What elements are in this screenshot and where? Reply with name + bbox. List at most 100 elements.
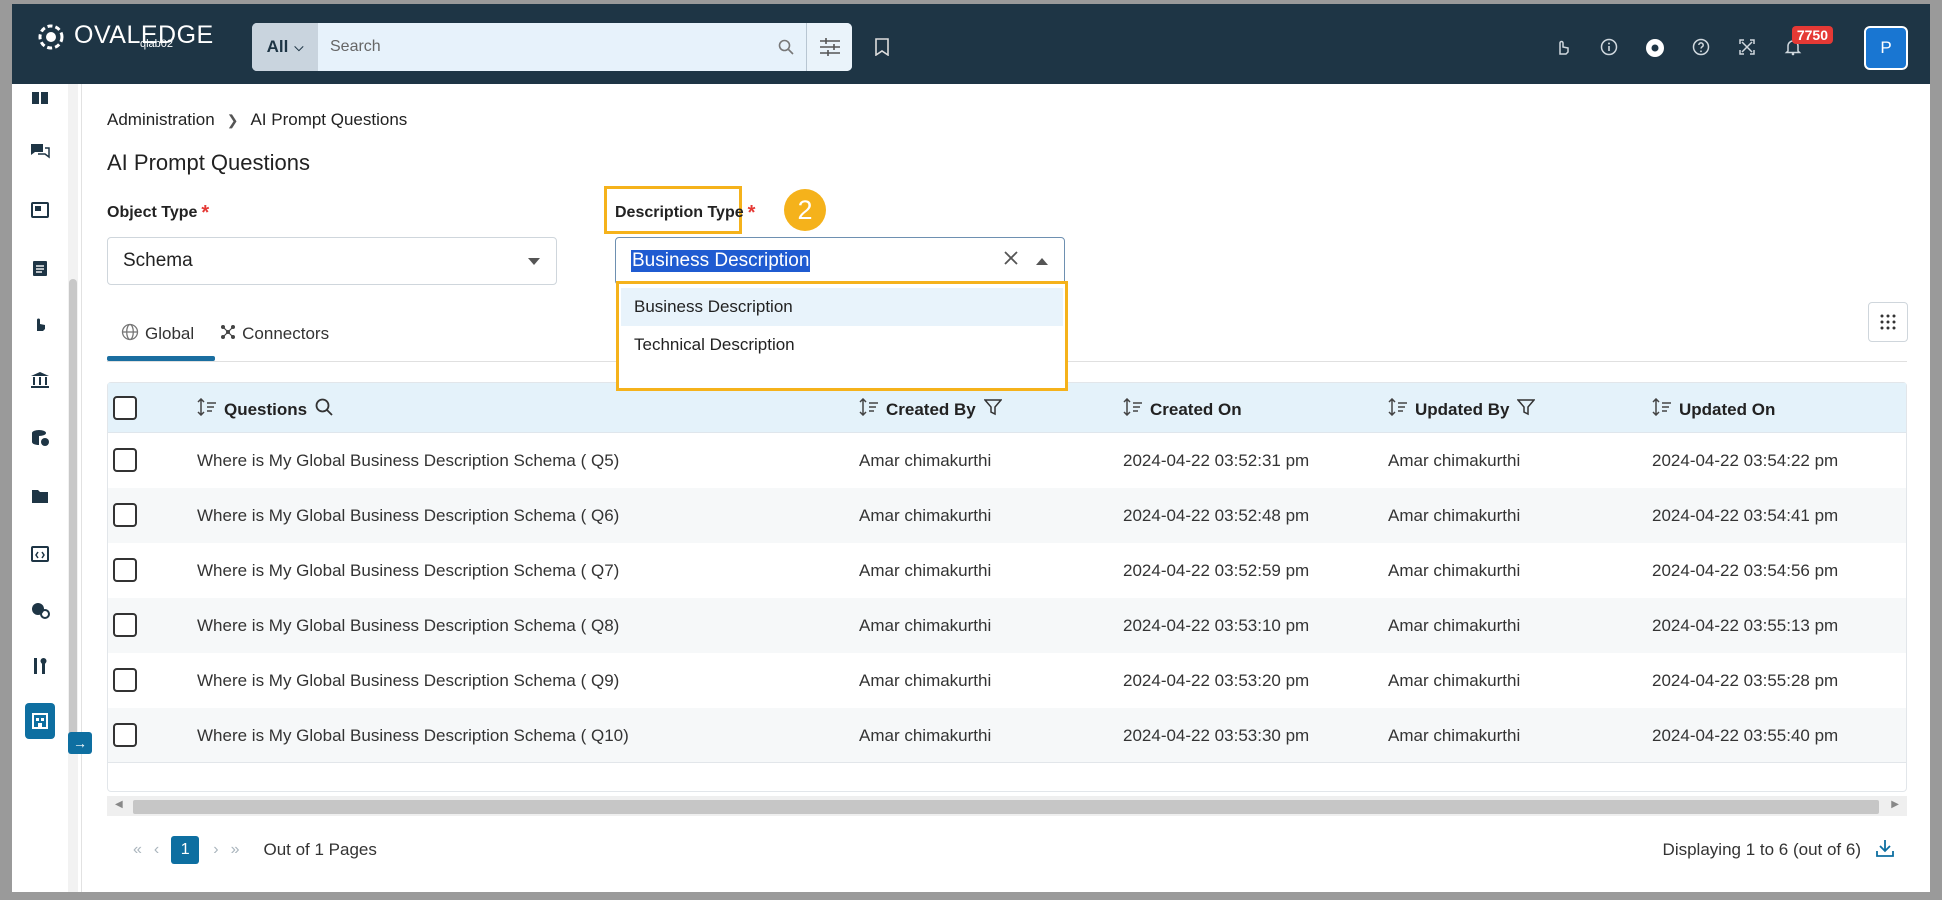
info-icon[interactable] xyxy=(1586,38,1632,58)
user-avatar[interactable]: P xyxy=(1864,26,1908,70)
chrome-icon[interactable] xyxy=(1632,38,1678,58)
folder-icon[interactable] xyxy=(26,482,54,510)
object-type-label: Object Type * xyxy=(107,202,209,225)
sort-icon[interactable] xyxy=(1652,397,1672,421)
column-updated-on[interactable]: Updated On xyxy=(1652,397,1775,421)
expand-sidebar-button[interactable]: → xyxy=(68,732,92,754)
column-questions-label: Questions xyxy=(224,399,308,419)
caret-down-icon xyxy=(528,258,540,265)
search-input[interactable] xyxy=(318,23,766,71)
sidebar-scrollbar-thumb[interactable] xyxy=(69,279,77,739)
filter-icon[interactable] xyxy=(983,398,1003,421)
object-type-label-text: Object Type xyxy=(107,204,198,221)
database-check-icon[interactable] xyxy=(26,424,54,452)
search-scope-dropdown[interactable]: All ⌵ xyxy=(252,23,318,71)
row-checkbox[interactable] xyxy=(113,503,137,527)
tab-connectors[interactable]: Connectors xyxy=(206,314,341,354)
sort-icon[interactable] xyxy=(1388,397,1408,421)
step-number-badge: 2 xyxy=(784,189,826,231)
page-number-button[interactable]: 1 xyxy=(171,836,200,864)
breadcrumb-administration[interactable]: Administration xyxy=(107,110,215,130)
dashboard-icon[interactable] xyxy=(26,196,54,224)
created-on-cell: 2024-04-22 03:53:20 pm xyxy=(1123,671,1310,690)
created-by-cell: Amar chimakurthi xyxy=(859,726,992,745)
hand-tap-icon[interactable] xyxy=(26,310,54,338)
table-row[interactable]: Where is My Global Business Description … xyxy=(108,708,1906,763)
table-horizontal-scrollbar[interactable]: ◀ ▶ xyxy=(107,794,1907,816)
sort-icon[interactable] xyxy=(859,397,879,421)
table-row[interactable]: Where is My Global Business Description … xyxy=(108,598,1906,653)
hand-pointer-icon[interactable] xyxy=(1540,38,1586,58)
updated-by-cell: Amar chimakurthi xyxy=(1388,506,1521,525)
catalog-book-icon[interactable] xyxy=(26,84,54,112)
pagination: « ‹ 1 › » Out of 1 Pages Displaying 1 to… xyxy=(107,822,1907,878)
description-type-select[interactable]: Business Description xyxy=(615,237,1065,285)
table-row[interactable]: Where is My Global Business Description … xyxy=(108,488,1906,543)
description-type-label-text: Description Type xyxy=(615,204,744,221)
search-icon[interactable] xyxy=(766,23,806,71)
tools-icon[interactable] xyxy=(26,652,54,680)
question-cell[interactable]: Where is My Global Business Description … xyxy=(197,561,619,581)
row-checkbox[interactable] xyxy=(113,558,137,582)
scroll-right-icon[interactable]: ▶ xyxy=(1891,799,1899,810)
previous-page-icon[interactable]: ‹ xyxy=(154,841,159,859)
chat-icon[interactable] xyxy=(26,138,54,166)
select-all-checkbox[interactable] xyxy=(113,396,137,420)
column-created-by-label: Created By xyxy=(886,399,976,419)
first-page-icon[interactable]: « xyxy=(133,841,142,859)
fullscreen-icon[interactable] xyxy=(1724,38,1770,58)
next-page-icon[interactable]: › xyxy=(213,841,218,859)
help-icon[interactable] xyxy=(1678,38,1724,58)
question-cell[interactable]: Where is My Global Business Description … xyxy=(197,726,629,746)
updated-by-cell: Amar chimakurthi xyxy=(1388,616,1521,635)
updated-by-cell: Amar chimakurthi xyxy=(1388,451,1521,470)
column-created-on[interactable]: Created On xyxy=(1123,397,1242,421)
sort-icon[interactable] xyxy=(1123,397,1143,421)
updated-on-cell: 2024-04-22 03:55:13 pm xyxy=(1652,616,1839,635)
display-count-text: Displaying 1 to 6 (out of 6) xyxy=(1662,840,1861,859)
question-cell[interactable]: Where is My Global Business Description … xyxy=(197,451,619,471)
bank-icon[interactable] xyxy=(26,366,54,394)
row-checkbox[interactable] xyxy=(113,613,137,637)
last-page-icon[interactable]: » xyxy=(231,841,240,859)
row-checkbox[interactable] xyxy=(113,448,137,472)
scrollbar-thumb[interactable] xyxy=(133,800,1879,814)
data-settings-icon[interactable] xyxy=(26,596,54,624)
filter-icon[interactable] xyxy=(1516,398,1537,421)
sort-icon[interactable] xyxy=(197,397,217,421)
question-cell[interactable]: Where is My Global Business Description … xyxy=(197,671,619,691)
brand-logo[interactable]: OVALEDGE xyxy=(34,20,214,54)
column-settings-button[interactable] xyxy=(1868,302,1908,342)
row-checkbox[interactable] xyxy=(113,723,137,747)
description-type-dropdown: Business Description Technical Descripti… xyxy=(616,281,1068,391)
code-window-icon[interactable] xyxy=(26,540,54,568)
row-checkbox[interactable] xyxy=(113,668,137,692)
clipboard-icon[interactable] xyxy=(26,254,54,282)
question-cell[interactable]: Where is My Global Business Description … xyxy=(197,616,619,636)
table-row[interactable]: Where is My Global Business Description … xyxy=(108,543,1906,598)
created-on-cell: 2024-04-22 03:52:31 pm xyxy=(1123,451,1310,470)
caret-up-icon[interactable] xyxy=(1036,258,1048,265)
object-type-select[interactable]: Schema xyxy=(107,237,557,285)
scroll-left-icon[interactable]: ◀ xyxy=(115,799,123,810)
column-questions[interactable]: Questions xyxy=(197,397,333,421)
advanced-filter-button[interactable] xyxy=(806,23,852,71)
download-icon[interactable] xyxy=(1875,838,1895,863)
column-updated-by[interactable]: Updated By xyxy=(1388,397,1537,421)
administration-icon[interactable] xyxy=(25,703,55,739)
sliders-icon xyxy=(819,38,840,56)
app-window: OVALEDGE qlab02 All ⌵ Search 7750 P → Ad… xyxy=(12,4,1930,892)
option-business-description[interactable]: Business Description xyxy=(621,288,1063,326)
created-by-cell: Amar chimakurthi xyxy=(859,561,992,580)
column-created-by[interactable]: Created By xyxy=(859,397,1003,421)
option-technical-description[interactable]: Technical Description xyxy=(621,326,1063,364)
sidebar-scrollbar[interactable] xyxy=(68,84,78,892)
table-row[interactable]: Where is My Global Business Description … xyxy=(108,653,1906,708)
tab-global[interactable]: Global xyxy=(107,314,206,354)
questions-table: Questions Created By Created On Updated … xyxy=(107,382,1907,792)
bookmark-icon[interactable] xyxy=(874,38,890,61)
question-cell[interactable]: Where is My Global Business Description … xyxy=(197,506,619,526)
search-icon[interactable] xyxy=(315,398,333,421)
clear-icon[interactable] xyxy=(1003,250,1019,272)
table-row[interactable]: Where is My Global Business Description … xyxy=(108,433,1906,488)
